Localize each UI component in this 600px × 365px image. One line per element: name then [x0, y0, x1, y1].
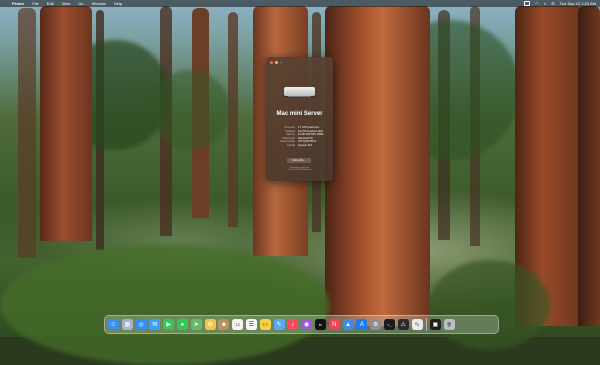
facetime-icon[interactable]: ▶	[163, 319, 175, 330]
mac-mini-image	[284, 87, 315, 97]
model-name: Mac mini Server	[276, 111, 323, 117]
dock-separator	[426, 318, 427, 331]
copyright-text: ™ and © 1983-2024 Apple Inc.	[287, 169, 312, 172]
menu-edit[interactable]: Edit	[47, 1, 54, 6]
freeform-icon[interactable]: ✎	[273, 319, 285, 330]
window-controls	[270, 61, 283, 64]
menu-app-name[interactable]: Finder	[12, 1, 24, 6]
photos-icon[interactable]: ✿	[204, 319, 216, 330]
menu-clock[interactable]: Tue Sep 12 1:23 AM	[560, 1, 596, 6]
menu-view[interactable]: View	[62, 1, 71, 6]
calendar-icon[interactable]: 12	[232, 319, 244, 330]
trash-icon[interactable]: 🗑	[443, 319, 455, 330]
notes-icon[interactable]: ▭	[259, 319, 271, 330]
wifi-icon[interactable]: ◠	[535, 1, 539, 6]
minimize-button[interactable]	[275, 61, 278, 64]
keynote-icon[interactable]: ▲	[342, 319, 354, 330]
activity-monitor-icon[interactable]: ∿	[411, 319, 423, 330]
menu-window[interactable]: Window	[92, 1, 106, 6]
app-store-icon[interactable]: A	[356, 319, 368, 330]
menu-help[interactable]: Help	[114, 1, 122, 6]
console-icon[interactable]: ⚠	[397, 319, 409, 330]
reminders-icon[interactable]: ☰	[245, 319, 257, 330]
launchpad-icon[interactable]: ▦	[121, 319, 133, 330]
music-icon[interactable]: ♪	[287, 319, 299, 330]
legal-text: Regulatory Certification ™ and © 1983-20…	[266, 167, 333, 172]
menu-bar: Finder File Edit View Go Window Help ◠ ⌕…	[0, 0, 600, 7]
close-button[interactable]	[270, 61, 273, 64]
dock: ☺ ▦ ◎ ✉ ▶ ● ➤ ✿ ☻ 12 ☰ ▭ ✎ ♪ ◉ tv N ▲ A ⚙ >_ ⚠ ∿ ▣ 🗑	[104, 315, 499, 334]
system-settings-icon[interactable]: ⚙	[370, 319, 382, 330]
spec-list: Processor 2.7 GHz Quad-Core Graphics Int…	[271, 126, 329, 147]
news-icon[interactable]: N	[328, 319, 340, 330]
safari-icon[interactable]: ◎	[135, 319, 147, 330]
tv-icon[interactable]: tv	[314, 319, 326, 330]
menu-file[interactable]: File	[32, 1, 38, 6]
more-info-button[interactable]: More Info...	[287, 158, 311, 163]
maps-icon[interactable]: ➤	[190, 319, 202, 330]
spotlight-icon[interactable]: ⌕	[544, 1, 546, 6]
finder-icon[interactable]: ☺	[108, 319, 119, 330]
podcasts-icon[interactable]: ◉	[301, 319, 313, 330]
mail-icon[interactable]: ✉	[149, 319, 161, 330]
battery-icon[interactable]	[524, 1, 531, 6]
spec-value: Sequoia 15.0	[298, 143, 313, 147]
zoom-button	[280, 61, 283, 64]
menu-go[interactable]: Go	[78, 1, 83, 6]
messages-icon[interactable]: ●	[176, 319, 188, 330]
spec-row: macOS Sequoia 15.0	[271, 144, 329, 148]
terminal-icon[interactable]: >_	[383, 319, 395, 330]
contacts-icon[interactable]: ☻	[218, 319, 230, 330]
spec-key: macOS	[287, 143, 295, 147]
about-this-mac-window: Mac mini Server Processor 2.7 GHz Quad-C…	[266, 57, 333, 181]
control-center-icon[interactable]: ☰	[551, 1, 555, 6]
screen-sharing-icon[interactable]: ▣	[429, 319, 441, 330]
